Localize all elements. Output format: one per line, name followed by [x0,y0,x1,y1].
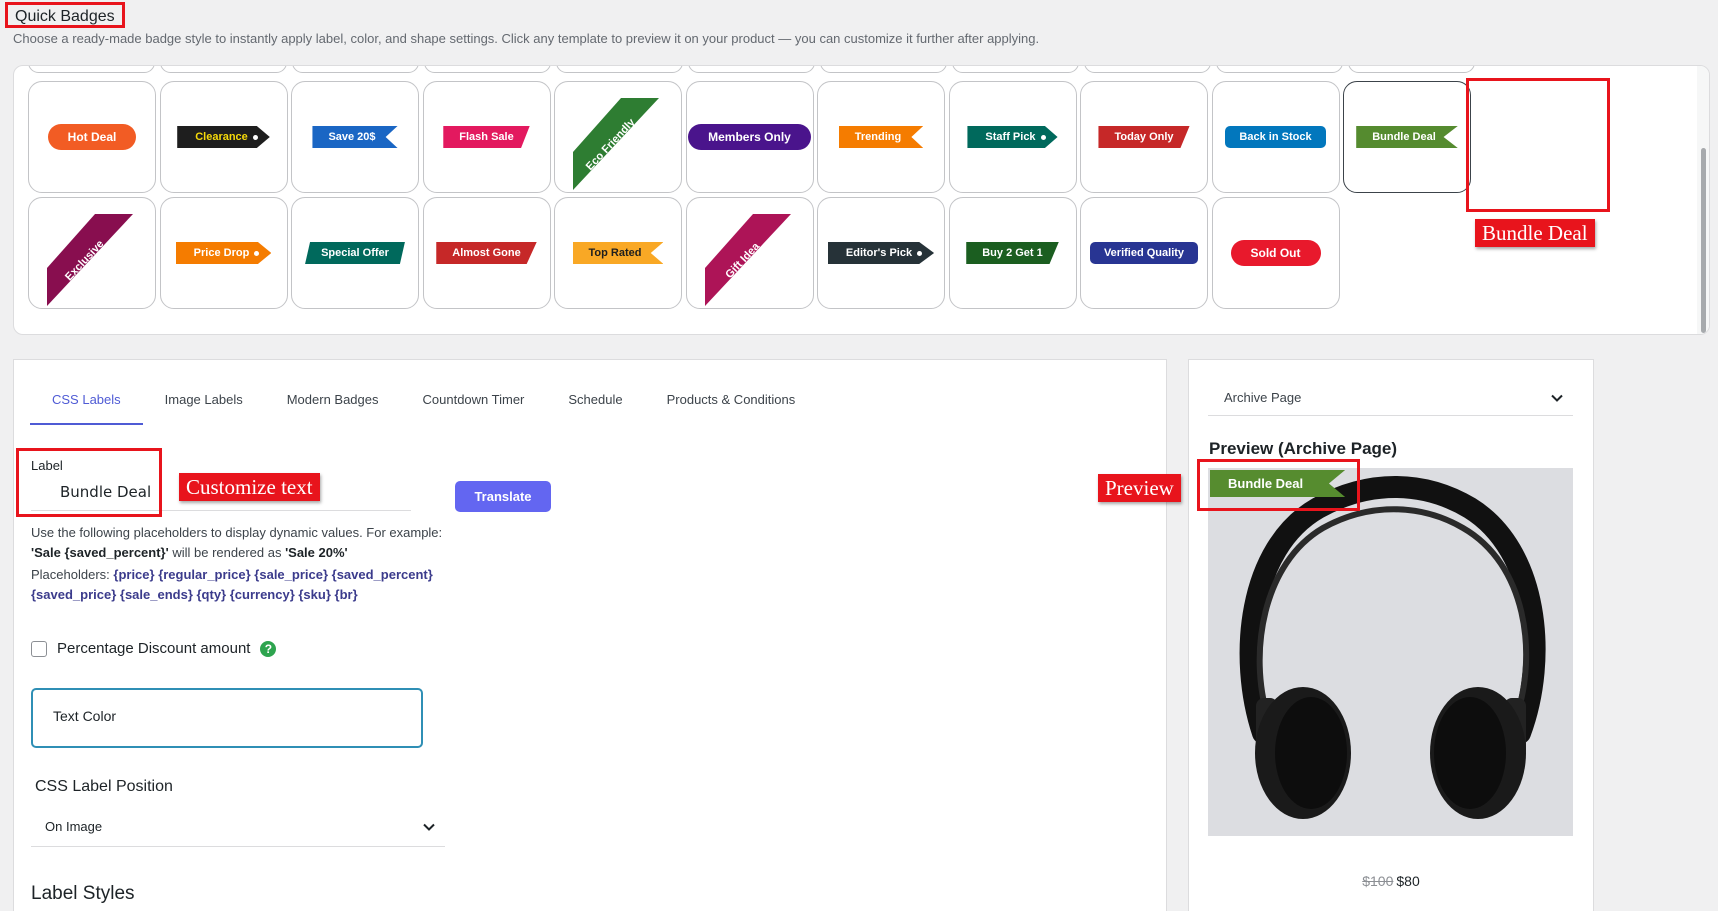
sale-price: $80 [1396,873,1420,889]
regular-price: $100 [1362,873,1394,889]
badge-label: Flash Sale [443,126,530,148]
translate-button[interactable]: Translate [455,481,551,512]
selected-tile-highlight [1466,78,1610,212]
preview-title: Preview (Archive Page) [1209,439,1398,458]
customize-text-callout: Customize text [179,473,320,501]
preview-callout: Preview [1098,474,1181,502]
badge-label: Bundle Deal [1356,126,1458,148]
percentage-discount-label: Percentage Discount amount [57,640,251,657]
settings-panel: CSS Labels Image Labels Modern Badges Count… [13,359,1167,911]
placeholders-label: Placeholders: [31,567,114,582]
quick-badges-description: Choose a ready-made badge style to insta… [13,31,1040,46]
badge-label: Trending [838,126,924,148]
badge-template-price-drop[interactable]: Price Drop [159,197,288,309]
preview-card: Archive Page Preview (Archive Page) Bund… [1188,359,1594,911]
badge-template-members-only[interactable]: Members Only [685,81,814,193]
tab-products-conditions[interactable]: Products & Conditions [645,385,818,425]
headphones-image [1239,476,1546,819]
label-position-value: On Image [45,819,103,834]
badge-template-trending[interactable]: Trending [817,81,945,193]
help-example-input: 'Sale {saved_percent}' [31,545,169,560]
badge-template-hot-deal[interactable]: Hot Deal [28,81,156,193]
tab-countdown-timer[interactable]: Countdown Timer [401,385,547,425]
badge-label: Save 20$ [312,126,398,148]
tab-css-labels[interactable]: CSS Labels [30,385,143,425]
badge-template-gift-idea[interactable]: Gift Idea [685,197,814,309]
badge-label: Buy 2 Get 1 [966,242,1059,264]
grid-scrollbar[interactable] [1697,66,1709,334]
product-image: Bundle Deal [1208,468,1573,836]
label-input-highlight [16,448,162,517]
badge-label: Staff Pick [967,126,1058,148]
badge-template-exclusive[interactable]: Exclusive [28,197,156,309]
chevron-down-icon [423,819,435,834]
badge-template-today-only[interactable]: Today Only [1080,81,1208,193]
badge-template-clearance[interactable]: Clearance [159,81,288,193]
badge-template-special-offer[interactable]: Special Offer [291,197,419,309]
badge-label: Members Only [688,124,811,150]
help-example-mid: will be rendered as [168,545,286,560]
badge-template-grid: Hot Deal Clearance Save 20$ Flash Sale Eco F… [13,65,1710,335]
label-styles-title: Label Styles [31,883,135,904]
grid-scrollbar-thumb[interactable] [1701,148,1706,333]
badge-template-editor-s-pick[interactable]: Editor's Pick [817,197,945,309]
badge-template-save-20[interactable]: Save 20$ [291,81,419,193]
label-position-select[interactable]: On Image [31,807,445,847]
corner-ribbon: Eco Friendly [555,82,681,192]
placeholder-help: Use the following placeholders to displa… [31,523,501,605]
badge-label: Verified Quality [1089,242,1199,264]
badge-template-eco-friendly[interactable]: Eco Friendly [554,81,682,193]
placeholders-list-2: {saved_price} {sale_ends} {qty} {currenc… [31,587,358,602]
badge-template-back-in-stock[interactable]: Back in Stock [1211,81,1340,193]
help-line: Use the following placeholders to displa… [31,525,443,540]
quick-badges-title: Quick Badges [5,2,125,28]
badge-label: Price Drop [175,242,272,264]
tab-modern-badges[interactable]: Modern Badges [265,385,401,425]
badge-label: Sold Out [1230,240,1321,266]
badge-label: Top Rated [572,242,664,264]
text-color-label: Text Color [53,708,117,724]
badge-template-sold-out[interactable]: Sold Out [1211,197,1340,309]
corner-ribbon: Gift Idea [687,198,813,308]
help-example-output: 'Sale 20%' [285,545,348,560]
placeholders-list-1: {price} {regular_price} {sale_price} {sa… [113,567,433,582]
chevron-down-icon [1551,390,1563,405]
badge-template-top-rated[interactable]: Top Rated [554,197,682,309]
tab-schedule[interactable]: Schedule [546,385,644,425]
tab-image-labels[interactable]: Image Labels [143,385,265,425]
badge-label: Special Offer [305,242,405,264]
badge-label: Hot Deal [47,124,137,150]
badge-template-verified-quality[interactable]: Verified Quality [1080,197,1208,309]
badge-template-bundle-deal[interactable]: Bundle Deal [1343,81,1471,193]
label-position-title: CSS Label Position [35,778,173,795]
help-icon[interactable]: ? [260,640,277,657]
badge-label: Clearance [177,126,270,148]
badge-template-buy-2-get-1[interactable]: Buy 2 Get 1 [948,197,1077,309]
preview-page-select[interactable]: Archive Page [1208,380,1573,416]
badge-label: Editor's Pick [827,242,935,264]
percentage-discount-option: Percentage Discount amount ? [31,640,277,657]
corner-ribbon: Exclusive [29,198,155,308]
percentage-discount-checkbox[interactable] [31,640,47,657]
badge-template-almost-gone[interactable]: Almost Gone [422,197,551,309]
badge-label: Today Only [1098,126,1190,148]
selected-badge-callout: Bundle Deal [1475,219,1595,247]
preview-badge-highlight [1197,459,1360,511]
badge-template-staff-pick[interactable]: Staff Pick [948,81,1077,193]
badge-label: Almost Gone [436,242,537,264]
badge-label: Back in Stock [1225,126,1326,148]
settings-tabs: CSS Labels Image Labels Modern Badges Count… [30,385,817,425]
text-color-picker[interactable]: Text Color [31,688,423,748]
product-price: $100 $80 [1189,873,1593,889]
badge-template-flash-sale[interactable]: Flash Sale [422,81,551,193]
preview-page-value: Archive Page [1224,390,1302,405]
